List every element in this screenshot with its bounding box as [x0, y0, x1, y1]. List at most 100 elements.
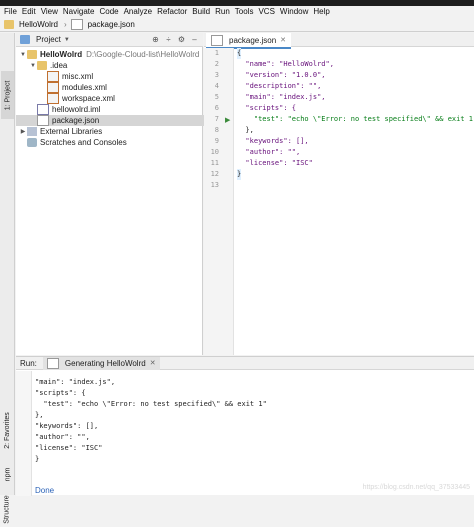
tree-node-modules[interactable]: modules.xml [16, 82, 234, 93]
tool-tab-project-label: 1: Project [4, 80, 12, 110]
run-config-icon [46, 357, 59, 369]
tool-tab-structure-label: Structure [4, 494, 11, 524]
code-line: "keywords": [], [237, 137, 309, 145]
menu-file[interactable]: File [4, 7, 17, 16]
tool-tab-structure[interactable]: Structure [1, 491, 14, 527]
left-tool-strip: 1: Project 2: Favorites npm Structure [0, 33, 15, 523]
menu-build[interactable]: Build [192, 7, 210, 16]
code-line: "main": "index.js", [237, 93, 326, 101]
line-number: 8 [214, 126, 219, 134]
breadcrumb-project[interactable]: HelloWolrd [4, 19, 58, 29]
hide-icon[interactable]: – [190, 35, 199, 44]
tree-node-package-json-label: package.json [52, 116, 100, 125]
editor-tab-package-json[interactable]: package.json ✕ [206, 33, 292, 49]
tree-node-workspace[interactable]: workspace.xml [16, 93, 234, 104]
code-line: "name": "HelloWolrd", [237, 60, 334, 68]
tree-node-iml[interactable]: hellowolrd.iml [16, 104, 224, 115]
code-line: "license": "ISC" [237, 159, 313, 167]
line-number: 11 [210, 159, 219, 167]
json-file-icon [211, 34, 223, 46]
locate-icon[interactable]: ⊕ [151, 35, 160, 44]
project-panel-header: Project ▼ ⊕ ÷ ⚙ – [16, 33, 203, 47]
menu-bar: File Edit View Navigate Code Analyze Ref… [0, 6, 474, 17]
tree-node-idea-label: .idea [50, 61, 68, 70]
folder-icon [37, 61, 47, 70]
run-tab[interactable]: Generating HelloWolrd ✕ [42, 356, 160, 370]
breadcrumb: HelloWolrd › package.json [0, 17, 474, 32]
code-line: "description": "", [237, 82, 322, 90]
line-number-gutter: 1 2 3 4 5 6 7 8 9 10 11 12 13 ▶ [204, 48, 234, 355]
project-panel-title[interactable]: Project [36, 35, 61, 44]
expand-arrow-icon[interactable]: ▼ [29, 63, 37, 69]
tool-tab-npm[interactable]: npm [1, 461, 14, 487]
line-number: 5 [214, 93, 219, 101]
tree-node-idea[interactable]: ▼ .idea [16, 60, 216, 71]
project-panel-toolbar: ⊕ ÷ ⚙ – [151, 35, 199, 44]
menu-analyze[interactable]: Analyze [124, 7, 152, 16]
code-line: "version": "1.0.0", [237, 71, 326, 79]
tree-node-external-libraries[interactable]: ▶ External Libraries [16, 126, 206, 137]
line-number: 6 [214, 104, 219, 112]
editor-tab-bar: package.json ✕ [204, 33, 474, 49]
menu-tools[interactable]: Tools [235, 7, 254, 16]
tree-node-package-json[interactable]: package.json [16, 115, 224, 126]
editor: package.json ✕ 1 2 3 4 5 6 7 8 9 10 11 1… [204, 33, 474, 355]
scratches-icon [27, 138, 37, 147]
code-area[interactable]: { "name": "HelloWolrd", "version": "1.0.… [235, 48, 474, 355]
line-number: 2 [214, 60, 219, 68]
folder-icon [4, 19, 14, 29]
tree-node-scratches[interactable]: Scratches and Consoles [16, 137, 214, 148]
menu-help[interactable]: Help [313, 7, 329, 16]
menu-run[interactable]: Run [215, 7, 230, 16]
tree-node-misc[interactable]: misc.xml [16, 71, 234, 82]
xml-file-icon [47, 82, 59, 93]
json-file-icon [70, 18, 83, 30]
run-gutter-icon[interactable]: ▶ [225, 116, 230, 124]
console-line: "author": "", [35, 433, 90, 441]
code-line: } [237, 169, 242, 180]
line-number: 9 [214, 137, 219, 145]
menu-window[interactable]: Window [280, 7, 308, 16]
run-panel-header: Run: Generating HelloWolrd ✕ [16, 356, 474, 370]
menu-edit[interactable]: Edit [22, 7, 36, 16]
menu-vcs[interactable]: VCS [258, 7, 274, 16]
expand-arrow-icon[interactable]: ▼ [19, 52, 27, 58]
watermark-text: https://blog.csdn.net/qq_37533445 [362, 484, 470, 491]
line-number: 1 [214, 49, 219, 57]
console-line: }, [35, 411, 44, 419]
menu-navigate[interactable]: Navigate [63, 7, 95, 16]
editor-tab-label: package.json [229, 35, 277, 45]
tree-node-iml-label: hellowolrd.iml [52, 105, 101, 114]
tree-node-external-libraries-label: External Libraries [40, 127, 103, 136]
menu-refactor[interactable]: Refactor [157, 7, 187, 16]
console-line: "scripts": { [35, 389, 86, 397]
code-line: { [237, 48, 242, 59]
line-number: 7 [214, 115, 219, 123]
console-line: "main": "index.js", [35, 378, 116, 386]
library-icon [27, 127, 37, 136]
folder-icon [27, 50, 37, 59]
collapse-icon[interactable]: ÷ [164, 35, 173, 44]
tree-node-root[interactable]: ▼ HelloWolrd D:\Google-Cloud-list\HelloW… [16, 49, 206, 60]
gear-icon[interactable]: ⚙ [177, 35, 186, 44]
tree-node-modules-label: modules.xml [62, 83, 107, 92]
breadcrumb-file[interactable]: package.json [70, 18, 135, 30]
tree-node-workspace-label: workspace.xml [62, 94, 115, 103]
close-icon[interactable]: ✕ [150, 359, 156, 367]
expand-arrow-icon[interactable]: ▶ [19, 128, 27, 135]
tree-node-root-path: D:\Google-Cloud-list\HelloWolrd [86, 50, 200, 59]
console-line: "test": "echo \"Error: no test specified… [35, 400, 267, 408]
tree-node-misc-label: misc.xml [62, 72, 94, 81]
menu-code[interactable]: Code [99, 7, 118, 16]
chevron-down-icon[interactable]: ▼ [64, 37, 70, 43]
tool-tab-project[interactable]: 1: Project [1, 71, 14, 119]
line-number: 12 [210, 170, 219, 178]
project-panel: Project ▼ ⊕ ÷ ⚙ – ▼ HelloWolrd D:\Google… [16, 33, 224, 355]
console-line: } [35, 455, 40, 463]
menu-view[interactable]: View [41, 7, 58, 16]
console-line: "license": "ISC" [35, 444, 103, 452]
close-icon[interactable]: ✕ [280, 36, 286, 44]
tool-tab-favorites[interactable]: 2: Favorites [1, 401, 14, 459]
code-line: "author": "", [237, 148, 301, 156]
xml-file-icon [47, 71, 59, 82]
